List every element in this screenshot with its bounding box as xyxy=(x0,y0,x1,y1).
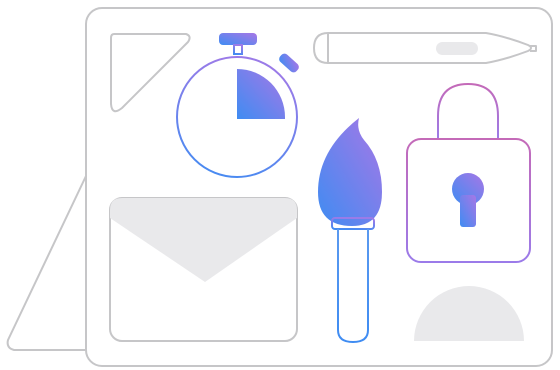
tablet-stand-icon xyxy=(6,175,87,351)
illustration xyxy=(0,0,560,370)
illustration-svg xyxy=(6,7,553,367)
